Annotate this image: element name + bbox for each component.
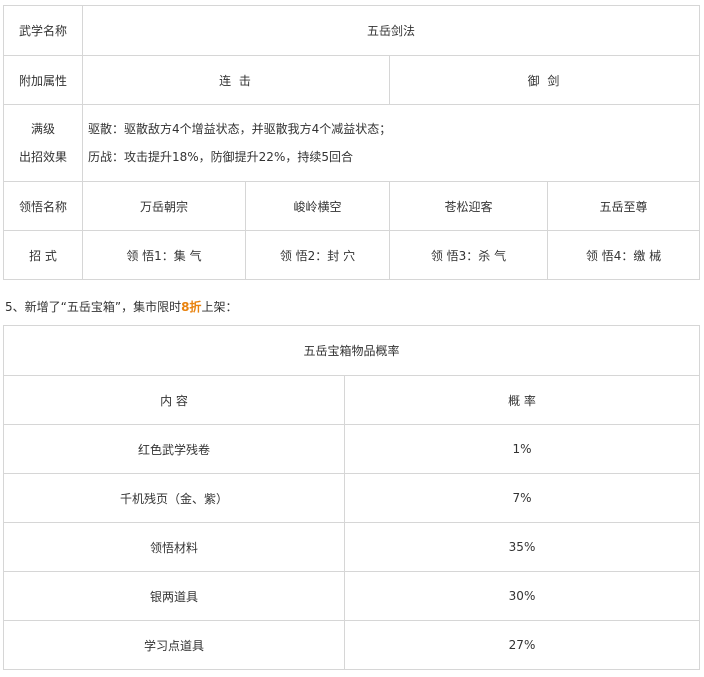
move-3: 领 悟3：杀 气 bbox=[389, 230, 548, 280]
insight-name-3: 苍松迎客 bbox=[389, 181, 548, 231]
max-effect-label: 满级 出招效果 bbox=[3, 104, 83, 182]
table-row: 千机残页（金、紫） 7% bbox=[3, 473, 701, 523]
move-2: 领 悟2：封 穴 bbox=[245, 230, 390, 280]
item-rate: 7% bbox=[343, 473, 701, 523]
col-rate-header: 概 率 bbox=[343, 375, 701, 425]
table-row: 领悟材料 35% bbox=[3, 522, 701, 572]
item-name: 千机残页（金、紫） bbox=[3, 473, 345, 523]
note-suffix: 上架： bbox=[201, 300, 238, 314]
table-row: 招 式 领 悟1：集 气 领 悟2：封 穴 领 悟3：杀 气 领 悟4：缴 械 bbox=[3, 230, 701, 280]
note-prefix: 5、新增了“五岳宝箱”，集市限时 bbox=[5, 300, 182, 314]
item-name: 银两道具 bbox=[3, 571, 345, 621]
max-effect-value: 驱散：驱散敌方4个增益状态，并驱散我方4个减益状态； 历战：攻击提升18%，防御… bbox=[81, 104, 701, 182]
item-name: 学习点道具 bbox=[3, 620, 345, 670]
col-content-header: 内 容 bbox=[3, 375, 345, 425]
effect-line-1: 驱散：驱散敌方4个增益状态，并驱散我方4个减益状态； bbox=[88, 122, 392, 136]
table-row: 武学名称 五岳剑法 bbox=[3, 5, 701, 56]
max-effect-label-line1: 满级 bbox=[30, 122, 55, 136]
table-row: 附加属性 连 击 御 剑 bbox=[3, 55, 701, 105]
attr-value-2: 御 剑 bbox=[388, 55, 701, 105]
table-row: 领悟名称 万岳朝宗 峻岭横空 苍松迎客 五岳至尊 bbox=[3, 181, 701, 231]
item-rate: 1% bbox=[343, 424, 701, 474]
table-row: 满级 出招效果 驱散：驱散敌方4个增益状态，并驱散我方4个减益状态； 历战：攻击… bbox=[3, 104, 701, 182]
move-4: 领 悟4：缴 械 bbox=[546, 230, 701, 280]
item-rate: 30% bbox=[343, 571, 701, 621]
item-name: 领悟材料 bbox=[3, 522, 345, 572]
move-1: 领 悟1：集 气 bbox=[82, 230, 246, 280]
table-row: 银两道具 30% bbox=[3, 571, 701, 621]
table-header-row: 内 容 概 率 bbox=[3, 375, 701, 425]
max-effect-label-line2: 出招效果 bbox=[18, 150, 67, 164]
insight-name-4: 五岳至尊 bbox=[546, 181, 701, 231]
insight-name-1: 万岳朝宗 bbox=[82, 181, 246, 231]
insight-label: 领悟名称 bbox=[3, 181, 83, 231]
item-rate: 27% bbox=[343, 620, 701, 670]
note-highlight: 8折 bbox=[181, 300, 202, 314]
skill-name-label: 武学名称 bbox=[3, 5, 83, 56]
skill-name-value: 五岳剑法 bbox=[81, 5, 701, 56]
table-row: 五岳宝箱物品概率 bbox=[2, 325, 701, 376]
box-probability-table: 五岳宝箱物品概率 内 容 概 率 红色武学残卷 1% 千机残页（金、紫） 7% … bbox=[2, 325, 701, 670]
item-name: 红色武学残卷 bbox=[3, 424, 345, 474]
table-row: 学习点道具 27% bbox=[3, 620, 701, 670]
table-row: 红色武学残卷 1% bbox=[3, 424, 701, 474]
move-label: 招 式 bbox=[3, 230, 83, 280]
item-rate: 35% bbox=[343, 522, 701, 572]
insight-name-2: 峻岭横空 bbox=[245, 181, 390, 231]
update-note: 5、新增了“五岳宝箱”，集市限时8折上架： bbox=[5, 298, 237, 315]
box-table-title: 五岳宝箱物品概率 bbox=[2, 325, 701, 376]
effect-line-2: 历战：攻击提升18%，防御提升22%，持续5回合 bbox=[88, 150, 353, 164]
attr-value-1: 连 击 bbox=[82, 55, 390, 105]
skill-table: 武学名称 五岳剑法 附加属性 连 击 御 剑 满级 出招效果 驱散：驱散敌方4个… bbox=[3, 5, 701, 280]
attr-label: 附加属性 bbox=[3, 55, 83, 105]
